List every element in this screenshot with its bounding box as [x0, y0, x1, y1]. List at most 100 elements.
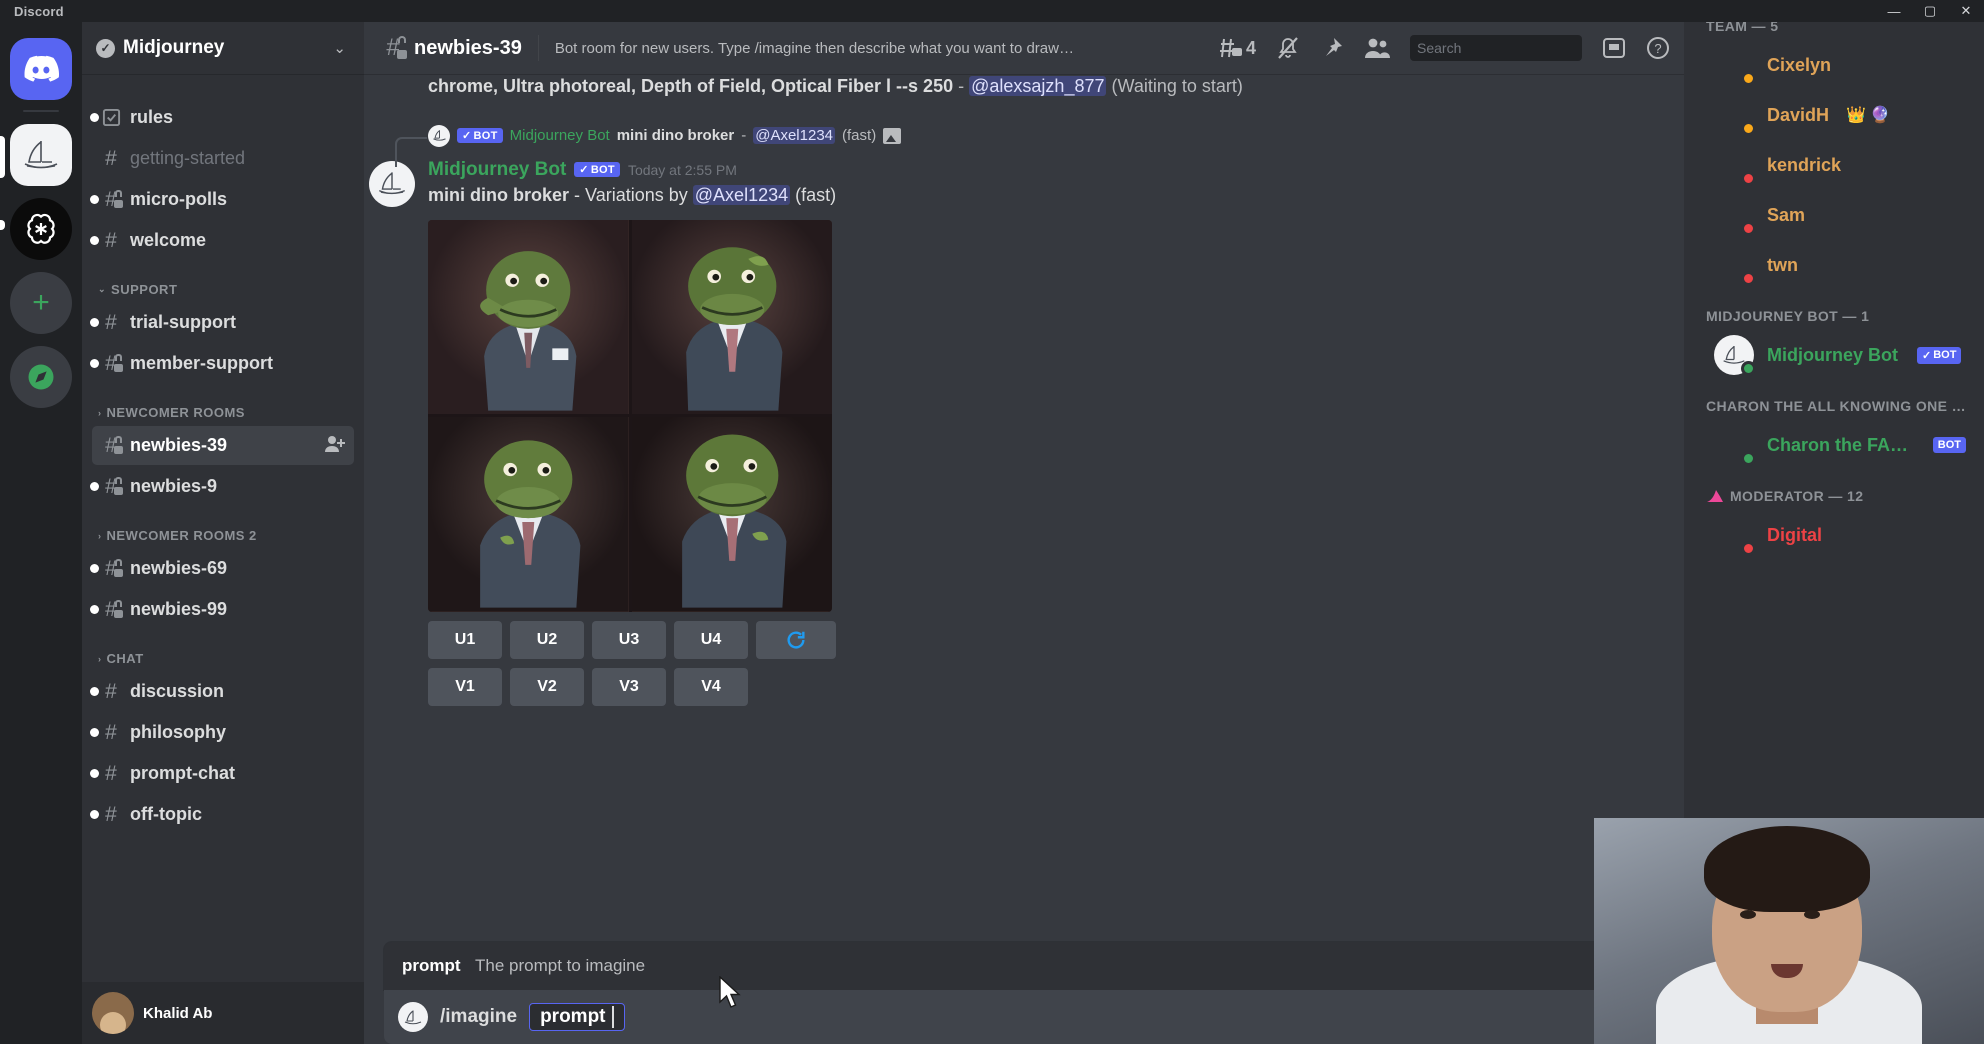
user-panel: Khalid Ab: [82, 982, 364, 1044]
help-icon[interactable]: ?: [1646, 36, 1670, 60]
channel-label: getting-started: [130, 148, 246, 168]
composer: prompt The prompt to imagine /imagine pr…: [364, 942, 1684, 1044]
status-indicator: [1741, 121, 1756, 136]
variation-2-button[interactable]: V2: [510, 667, 584, 706]
member-row[interactable]: Midjourney Bot ✓ BOT: [1692, 330, 1976, 380]
hash-thread-icon: #: [98, 476, 124, 497]
member-row[interactable]: kendrick: [1692, 140, 1976, 190]
maximize-button[interactable]: ▢: [1912, 0, 1948, 22]
upscale-3-button[interactable]: U3: [592, 620, 666, 659]
prompt-chip[interactable]: prompt: [529, 1003, 625, 1031]
user-mention[interactable]: @Axel1234: [753, 127, 836, 145]
sidebar-channel-trial-support[interactable]: # trial-support: [90, 303, 354, 342]
avatar: [1714, 45, 1756, 86]
status-indicator: [1741, 171, 1756, 186]
reply-prompt: mini dino broker: [616, 127, 735, 145]
inbox-icon[interactable]: [1602, 37, 1626, 59]
upscale-2-button[interactable]: U2: [510, 620, 584, 659]
chevron-down-icon: ⌄: [333, 40, 346, 57]
hash-thread-icon: #: [98, 353, 124, 374]
member-badges: 👑 🔮: [1846, 107, 1891, 124]
guild-header[interactable]: ✓ Midjourney ⌄: [82, 22, 364, 74]
member-row[interactable]: Cixelyn: [1692, 40, 1976, 90]
members-icon[interactable]: [1364, 37, 1390, 59]
member-row[interactable]: twn: [1692, 240, 1976, 290]
server-rail: +: [0, 0, 82, 1044]
member-row[interactable]: Charon the FAQ … BOT: [1692, 420, 1976, 470]
main-column: # newbies-39 Bot room for new users. Typ…: [364, 0, 1684, 1044]
category-newcomer-rooms[interactable]: › NEWCOMER ROOMS: [82, 385, 364, 426]
sailboat-icon: [24, 141, 58, 169]
bot-badge: ✓ BOT: [1917, 346, 1962, 364]
server-midjourney-button[interactable]: [10, 124, 72, 186]
reroll-button[interactable]: [756, 620, 836, 659]
member-row[interactable]: Sam: [1692, 190, 1976, 240]
search-box[interactable]: [1410, 35, 1598, 61]
pin-icon[interactable]: [1320, 36, 1344, 60]
sidebar-channel-off-topic[interactable]: # off-topic: [90, 795, 354, 834]
page-title: newbies-39: [414, 36, 522, 59]
user-mention[interactable]: @alexsajzh_877: [969, 76, 1107, 96]
channel-label: welcome: [130, 230, 207, 250]
bell-muted-icon[interactable]: [1276, 36, 1300, 60]
category-newcomer-rooms-2[interactable]: › NEWCOMER ROOMS 2: [82, 508, 364, 549]
status-indicator: [1741, 361, 1756, 376]
bot-badge: ✓ BOT: [457, 128, 503, 144]
hash-icon: #: [105, 147, 117, 170]
add-member-icon[interactable]: [324, 434, 346, 457]
speed-label: (fast): [795, 184, 837, 205]
minimize-button[interactable]: —: [1876, 0, 1912, 22]
sidebar-channel-philosophy[interactable]: # philosophy: [90, 713, 354, 752]
chevron-right-icon: ›: [98, 407, 102, 418]
member-row[interactable]: Digital: [1692, 510, 1976, 560]
message-author[interactable]: Midjourney Bot: [428, 159, 566, 181]
search-input[interactable]: [1417, 40, 1598, 56]
avatar[interactable]: [364, 159, 420, 706]
grid-tile-2[interactable]: [631, 219, 832, 415]
grid-tile-4[interactable]: [631, 417, 832, 612]
member-row[interactable]: DavidH 👑 🔮: [1692, 90, 1976, 140]
channel-label: newbies-69: [130, 558, 228, 578]
category-chat[interactable]: › CHAT: [82, 631, 364, 672]
sidebar-channel-prompt-chat[interactable]: # prompt-chat: [90, 754, 354, 793]
sidebar-channel-welcome[interactable]: # welcome: [90, 221, 354, 260]
sidebar-channel-micro-polls[interactable]: # micro-polls: [90, 180, 354, 219]
message-input-bar[interactable]: /imagine prompt 🙂: [384, 990, 1668, 1044]
close-button[interactable]: ✕: [1948, 0, 1984, 22]
message-text: mini dino broker - Variations by @Axel12…: [428, 184, 1668, 206]
hash-icon: #: [105, 311, 117, 334]
hash-thread-icon: #: [98, 435, 124, 456]
image-grid[interactable]: [428, 219, 832, 612]
variation-3-button[interactable]: V3: [592, 667, 666, 706]
avatar[interactable]: [92, 992, 134, 1034]
sidebar-channel-newbies-69[interactable]: # newbies-69: [90, 549, 354, 588]
bot-badge: BOT: [1932, 437, 1966, 453]
sidebar-channel-rules[interactable]: rules: [90, 98, 354, 137]
channel-topic: Bot room for new users. Type /imagine th…: [554, 39, 1074, 57]
explore-servers-button[interactable]: [10, 346, 72, 408]
reply-reference[interactable]: ✓ BOT Midjourney Bot mini dino broker - …: [364, 124, 1668, 167]
sidebar-channel-discussion[interactable]: # discussion: [90, 672, 354, 711]
sidebar-channel-newbies-39[interactable]: # newbies-39: [92, 426, 354, 465]
sidebar-channel-member-support[interactable]: # member-support: [90, 344, 354, 383]
sidebar-channel-newbies-9[interactable]: # newbies-9: [90, 467, 354, 506]
grid-tile-3[interactable]: [428, 417, 629, 612]
server-openai-button[interactable]: [10, 198, 72, 260]
threads-count: 4: [1245, 37, 1256, 58]
sidebar-channel-newbies-99[interactable]: # newbies-99: [90, 590, 354, 629]
add-server-button[interactable]: +: [10, 272, 72, 334]
upscale-1-button[interactable]: U1: [428, 620, 502, 659]
reply-author[interactable]: Midjourney Bot: [510, 127, 610, 144]
threads-icon[interactable]: 4: [1219, 37, 1256, 59]
variation-1-button[interactable]: V1: [428, 667, 502, 706]
separator: -: [574, 184, 581, 205]
category-support[interactable]: ⌄ SUPPORT: [82, 262, 364, 303]
webcam-overlay: [1594, 818, 1984, 1044]
server-home-button[interactable]: [10, 38, 72, 100]
grid-tile-1[interactable]: [428, 219, 629, 415]
member-name: Sam: [1767, 204, 1806, 225]
user-mention[interactable]: @Axel1234: [692, 184, 791, 205]
variation-4-button[interactable]: V4: [674, 667, 748, 706]
upscale-4-button[interactable]: U4: [674, 620, 748, 659]
sidebar-channel-getting-started[interactable]: # getting-started: [92, 139, 354, 178]
